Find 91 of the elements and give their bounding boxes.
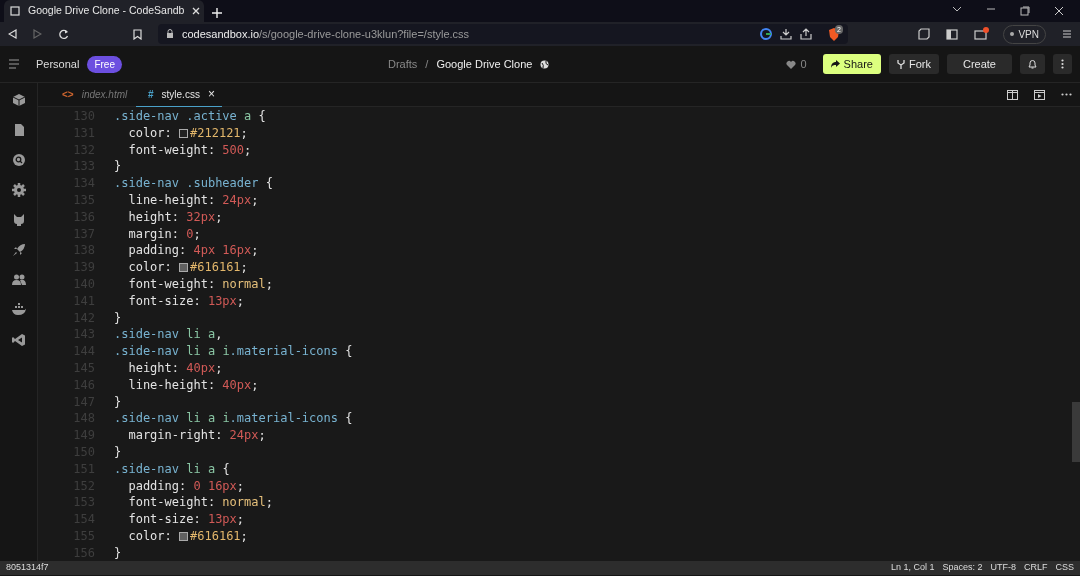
code-line: } bbox=[114, 158, 122, 176]
menu-icon[interactable] bbox=[8, 59, 20, 69]
extensions-icon[interactable] bbox=[918, 28, 931, 40]
code-line: height: 32px; bbox=[128, 208, 223, 226]
code-line: font-weight: normal; bbox=[128, 494, 273, 512]
code-line: .side-nav li a i.material-icons { bbox=[114, 343, 353, 360]
search-icon[interactable] bbox=[11, 153, 26, 167]
like-count: 0 bbox=[800, 56, 807, 72]
notification-dot bbox=[983, 26, 990, 33]
code-line: line-height: 24px; bbox=[128, 192, 259, 209]
code-line: padding: 0 16px; bbox=[128, 477, 245, 495]
rocket-icon[interactable] bbox=[11, 243, 26, 257]
back-icon[interactable] bbox=[8, 29, 17, 39]
download-icon[interactable] bbox=[780, 28, 792, 40]
forward-icon[interactable] bbox=[33, 29, 42, 39]
code-line: .side-nav .active a { bbox=[114, 108, 266, 125]
status-item[interactable]: UTF-8 bbox=[990, 561, 1016, 575]
restore-icon[interactable] bbox=[1020, 6, 1030, 16]
code-text: #616161; bbox=[190, 527, 248, 545]
code-text: color: bbox=[128, 259, 173, 276]
reload-icon[interactable] bbox=[58, 28, 69, 40]
bookmark-icon[interactable] bbox=[133, 28, 142, 40]
code-text: color: bbox=[128, 527, 173, 545]
preview-icon[interactable] bbox=[1034, 89, 1045, 100]
file-tab[interactable]: <> index.html bbox=[50, 83, 136, 107]
cube-icon[interactable] bbox=[11, 93, 26, 107]
code-line: .side-nav li a { bbox=[114, 460, 230, 478]
plan-badge: Free bbox=[87, 55, 122, 73]
globe-icon bbox=[540, 59, 550, 69]
url-text[interactable]: codesandbox.io/s/google-drive-clone-u3klun?file=/style.css bbox=[182, 25, 470, 43]
wallet-icon[interactable] bbox=[974, 28, 988, 40]
settings-icon[interactable] bbox=[11, 183, 26, 197]
code-line: } bbox=[114, 393, 122, 411]
more-icon bbox=[1061, 59, 1064, 69]
whale-icon[interactable] bbox=[11, 303, 26, 317]
workspace-name[interactable]: Personal bbox=[36, 55, 80, 73]
minimize-icon[interactable] bbox=[986, 6, 996, 12]
code-line: } bbox=[114, 544, 122, 561]
commit-hash: 8051314f7 bbox=[6, 561, 49, 575]
code-line: font-weight: 500; bbox=[128, 141, 252, 159]
fork-icon bbox=[896, 59, 905, 69]
browser-tab[interactable]: Google Drive Clone - CodeSandb bbox=[4, 0, 204, 22]
new-tab-icon[interactable] bbox=[212, 8, 222, 18]
code-line: margin-right: 24px; bbox=[128, 427, 266, 444]
code-line: font-size: 13px; bbox=[128, 511, 245, 528]
code-text: #212121; bbox=[190, 124, 248, 142]
status-item[interactable]: Ln 1, Col 1 bbox=[890, 561, 935, 575]
close-icon[interactable]: × bbox=[207, 85, 215, 103]
file-tab[interactable]: # style.css × bbox=[136, 83, 222, 107]
breadcrumb-separator: / bbox=[425, 56, 429, 72]
chevron-down-icon[interactable] bbox=[952, 6, 962, 12]
code-editor-icon[interactable] bbox=[11, 333, 26, 347]
code-line: .side-nav li a i.material-icons { bbox=[114, 410, 353, 428]
code-line: font-size: 13px; bbox=[128, 292, 245, 310]
code-line: } bbox=[114, 309, 122, 327]
browser-tab-title: Google Drive Clone - CodeSandb bbox=[28, 3, 185, 19]
project-title[interactable]: Google Drive Clone bbox=[436, 55, 533, 73]
split-view-icon[interactable] bbox=[1007, 89, 1018, 100]
heart-icon[interactable] bbox=[786, 59, 797, 69]
code-line: } bbox=[114, 443, 122, 461]
code-line: font-weight: normal; bbox=[128, 275, 273, 293]
sidebar-icon[interactable] bbox=[946, 28, 959, 40]
code-line: line-height: 40px; bbox=[128, 376, 259, 394]
code-text: color: bbox=[128, 124, 173, 142]
code-line: padding: 4px 16px; bbox=[128, 242, 259, 260]
status-item[interactable]: Spaces: 2 bbox=[942, 561, 983, 575]
code-line: .side-nav li a, bbox=[114, 326, 223, 344]
code-line: .side-nav .subheader { bbox=[114, 175, 273, 192]
lock-icon bbox=[166, 29, 174, 39]
more-button[interactable] bbox=[1053, 54, 1072, 74]
users-icon[interactable] bbox=[11, 273, 26, 287]
code-line: margin: 0; bbox=[128, 225, 201, 243]
fork-button[interactable]: Fork bbox=[888, 54, 939, 74]
close-icon[interactable] bbox=[192, 7, 201, 15]
notifications-button[interactable] bbox=[1020, 54, 1045, 74]
menu-icon[interactable] bbox=[1062, 29, 1072, 39]
create-button[interactable]: Create bbox=[946, 54, 1012, 74]
close-icon[interactable] bbox=[1054, 6, 1064, 16]
more-icon[interactable] bbox=[1061, 93, 1072, 96]
status-item[interactable]: CRLF bbox=[1023, 561, 1048, 575]
share-button[interactable]: Share bbox=[822, 54, 881, 74]
code-line: height: 40px; bbox=[128, 359, 223, 377]
share-icon[interactable] bbox=[800, 28, 812, 40]
code-text: #616161; bbox=[190, 259, 248, 276]
page-icon bbox=[10, 6, 20, 16]
bell-icon bbox=[1028, 59, 1037, 69]
arrow-icon bbox=[830, 60, 840, 68]
scrollbar-thumb[interactable] bbox=[1072, 402, 1080, 462]
cat-icon[interactable] bbox=[11, 213, 26, 227]
status-item[interactable]: CSS bbox=[1055, 561, 1074, 575]
breadcrumb-link[interactable]: Drafts bbox=[388, 55, 418, 73]
